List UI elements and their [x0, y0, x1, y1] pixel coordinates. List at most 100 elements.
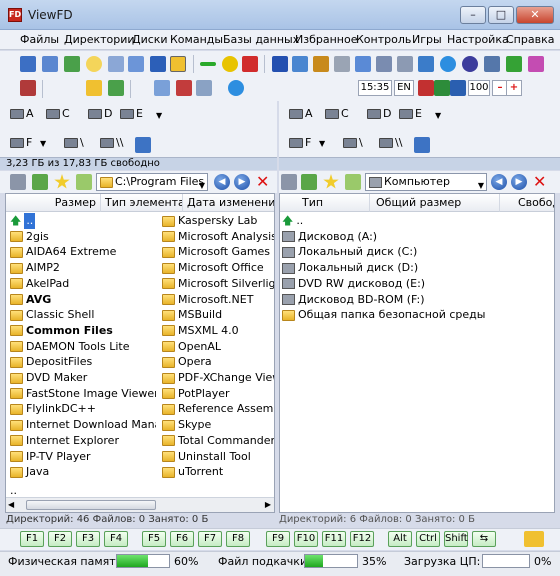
- list-item[interactable]: OpenAL: [162, 339, 274, 355]
- fkey-f3-button[interactable]: F3: [76, 531, 100, 547]
- network-drive-right[interactable]: \: [343, 136, 363, 149]
- menu-help[interactable]: Справка: [506, 33, 554, 46]
- network-drive-left[interactable]: \: [64, 136, 84, 149]
- drive-icon[interactable]: [281, 174, 297, 190]
- left-path-combo[interactable]: C:\Program Files ▼: [96, 173, 208, 191]
- lightbulb-icon[interactable]: [86, 56, 102, 72]
- list-item[interactable]: Общая папка безопасной среды: [282, 307, 542, 323]
- list-item[interactable]: Дисковод BD-ROM (F:): [282, 292, 542, 308]
- fkey-f1-button[interactable]: F1: [20, 531, 44, 547]
- scroll-thumb[interactable]: [26, 500, 156, 510]
- list-item[interactable]: AIDA64 Extreme: [10, 244, 156, 260]
- list-item[interactable]: DepositFiles: [10, 354, 156, 370]
- list-item[interactable]: FlylinkDC++: [10, 401, 156, 417]
- favorites-star-icon[interactable]: [54, 174, 70, 189]
- drive-a-left[interactable]: A: [10, 107, 34, 120]
- menu-settings[interactable]: Настройка: [447, 33, 509, 46]
- network-icon[interactable]: [418, 56, 434, 72]
- right-path-combo[interactable]: Компьютер ▼: [365, 173, 487, 191]
- list-item[interactable]: DVD RW дисковод (E:): [282, 276, 542, 292]
- menu-control[interactable]: Контроль: [356, 33, 411, 46]
- list-item[interactable]: Classic Shell: [10, 307, 156, 323]
- list-item[interactable]: 2gis: [10, 229, 156, 245]
- tools-icon[interactable]: [484, 56, 500, 72]
- folder-sync-icon[interactable]: [524, 531, 544, 547]
- star-burst-icon[interactable]: [222, 56, 238, 72]
- scroll-left-icon[interactable]: ◀: [8, 500, 14, 509]
- film-icon[interactable]: [313, 56, 329, 72]
- left-file-list[interactable]: Размер Тип элемента Дата изменения 🡅.. 2g…: [5, 193, 275, 513]
- list-item[interactable]: Microsoft Silverlight: [162, 276, 274, 292]
- forward-button[interactable]: ▶: [511, 174, 527, 190]
- disk-tool-icon[interactable]: [176, 80, 192, 96]
- network-share-left[interactable]: \\: [100, 136, 123, 149]
- fkey-f4-button[interactable]: F4: [104, 531, 128, 547]
- player-icon[interactable]: [462, 56, 478, 72]
- fkey-alt-button[interactable]: Alt: [388, 531, 412, 547]
- column-total-size[interactable]: Общий размер: [370, 194, 500, 212]
- bold-icon[interactable]: [150, 56, 166, 72]
- fkey-f10-button[interactable]: F10: [294, 531, 318, 547]
- column-type[interactable]: Тип: [280, 194, 370, 212]
- browser-icon[interactable]: [440, 56, 456, 72]
- media-icon[interactable]: [292, 56, 308, 72]
- folder-icon[interactable]: [86, 80, 102, 96]
- disc-icon[interactable]: [334, 56, 350, 72]
- options-icon[interactable]: [170, 56, 186, 72]
- fkey-f9-button[interactable]: F9: [266, 531, 290, 547]
- columns-icon[interactable]: [42, 56, 58, 72]
- scroll-right-icon[interactable]: ▶: [265, 500, 271, 509]
- list-item[interactable]: Common Files: [10, 323, 156, 339]
- volume-down-icon[interactable]: [418, 80, 434, 96]
- column-free[interactable]: Свобод: [500, 194, 554, 212]
- list-item[interactable]: DAEMON Tools Lite: [10, 339, 156, 355]
- list-item[interactable]: AIMP2: [10, 260, 156, 276]
- list-item[interactable]: 🡅..: [10, 213, 156, 229]
- list-item[interactable]: Microsoft Analysis Services: [162, 229, 274, 245]
- camera-icon[interactable]: [397, 56, 413, 72]
- chevron-down-icon[interactable]: ▼: [435, 111, 441, 120]
- fkey-f2-button[interactable]: F2: [48, 531, 72, 547]
- back-button[interactable]: ◀: [491, 174, 507, 190]
- list-item[interactable]: DVD Maker: [10, 370, 156, 386]
- menu-databases[interactable]: Базы данных: [223, 33, 299, 46]
- drive-c-right[interactable]: C: [325, 107, 349, 120]
- language-indicator[interactable]: EN: [394, 80, 414, 96]
- menu-games[interactable]: Игры: [412, 33, 442, 46]
- list-item[interactable]: FastStone Image Viewer: [10, 386, 156, 402]
- column-size[interactable]: Размер: [6, 194, 101, 212]
- list-item[interactable]: AVG: [10, 292, 156, 308]
- desktop-icon[interactable]: [135, 137, 151, 153]
- eraser-icon[interactable]: [528, 56, 544, 72]
- favorites-star-icon[interactable]: [323, 174, 339, 189]
- desktop-icon[interactable]: [414, 137, 430, 153]
- forward-button[interactable]: ▶: [234, 174, 250, 190]
- text-icon[interactable]: [196, 80, 212, 96]
- horizontal-scrollbar[interactable]: ◀ ▶: [6, 497, 274, 512]
- view-icon[interactable]: [20, 56, 36, 72]
- volume-mute-icon[interactable]: [434, 80, 450, 96]
- column-date[interactable]: Дата изменения: [183, 194, 274, 212]
- drive-e-left[interactable]: E: [120, 107, 143, 120]
- folder-up-icon[interactable]: [301, 174, 317, 190]
- drive-f-left[interactable]: F: [10, 136, 32, 149]
- drive-d-left[interactable]: D: [88, 107, 112, 120]
- fkey-f11-button[interactable]: F11: [322, 531, 346, 547]
- menu-disks[interactable]: Диски: [132, 33, 168, 46]
- list-item[interactable]: Internet Explorer: [10, 433, 156, 449]
- fkey-ctrl-button[interactable]: Ctrl: [416, 531, 440, 547]
- keyboard-icon[interactable]: [108, 56, 124, 72]
- list-item[interactable]: MSXML 4.0: [162, 323, 274, 339]
- list-item[interactable]: Total Commander: [162, 433, 274, 449]
- drive-e-right[interactable]: E: [399, 107, 422, 120]
- list-icon[interactable]: [128, 56, 144, 72]
- chevron-down-icon[interactable]: ▼: [156, 111, 162, 120]
- chevron-down-icon[interactable]: ▼: [319, 139, 325, 148]
- volume-plus-button[interactable]: +: [506, 80, 522, 96]
- drive-icon[interactable]: [10, 174, 26, 190]
- list-item[interactable]: PotPlayer: [162, 386, 274, 402]
- close-button[interactable]: ✕: [516, 6, 554, 24]
- fkey-shift-button[interactable]: Shift: [444, 531, 468, 547]
- fkey-f5-button[interactable]: F5: [142, 531, 166, 547]
- list-item[interactable]: Microsoft Office: [162, 260, 274, 276]
